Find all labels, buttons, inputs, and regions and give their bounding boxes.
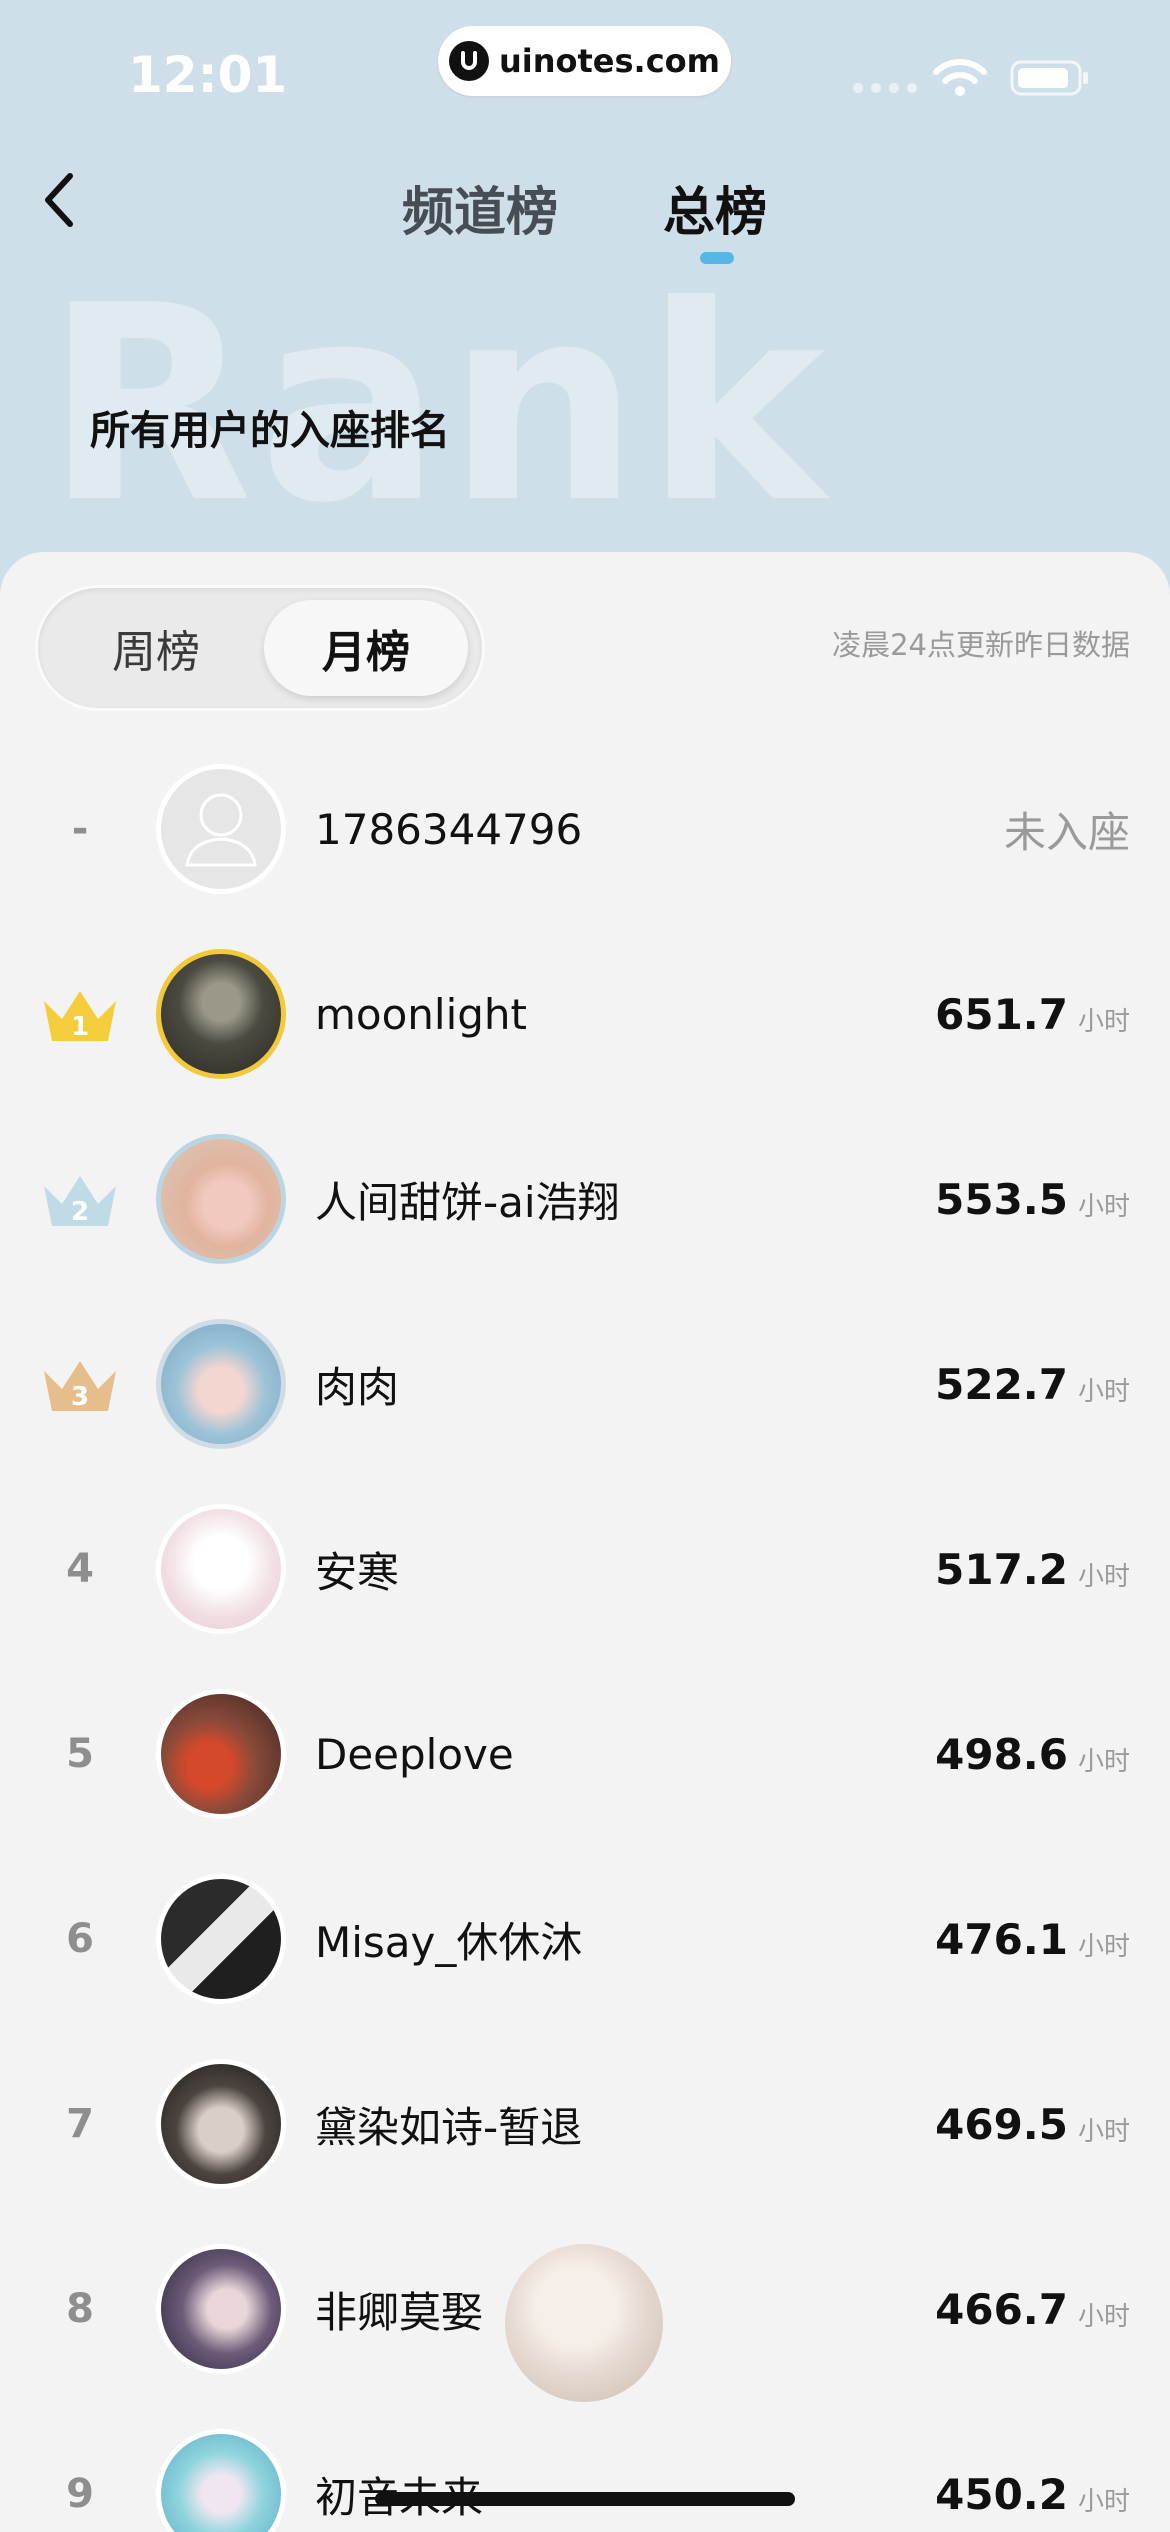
svg-text:3: 3: [71, 1382, 89, 1412]
user-avatar: [156, 949, 286, 1079]
self-rank-row[interactable]: - 1786344796 未入座: [0, 754, 1170, 904]
user-name: 安寒: [315, 1547, 400, 1597]
rank-number: 5: [66, 1731, 94, 1777]
user-avatar: [156, 1319, 286, 1449]
user-name: 1786344796: [315, 804, 583, 854]
score-value: 469.5: [935, 2099, 1068, 2149]
status-time: 12:01: [128, 46, 288, 104]
score-value: 476.1: [935, 1914, 1068, 1964]
rank-row[interactable]: 5 Deeplove 498.6 小时: [0, 1679, 1170, 1829]
rank-number: 9: [66, 2471, 94, 2517]
rank-row[interactable]: 3 肉肉 522.7 小时: [0, 1309, 1170, 1459]
svg-text:2: 2: [71, 1197, 89, 1227]
score-unit: 小时: [1077, 1006, 1130, 1037]
rank-number: -: [71, 806, 89, 852]
signal-icon: [853, 83, 917, 93]
score-unit: 小时: [1077, 1746, 1130, 1777]
score-value: 498.6: [935, 1729, 1068, 1779]
score-unit: 小时: [1077, 1191, 1130, 1222]
site-logo-icon: [448, 41, 489, 81]
wifi-icon: [933, 59, 987, 96]
default-avatar: [156, 764, 286, 894]
period-switch: 周榜 月榜: [38, 588, 482, 708]
rank-row[interactable]: 6 Misay_休休沐 476.1 小时: [0, 1864, 1170, 2014]
user-avatar: [156, 1874, 286, 2004]
page-subtitle: 所有用户的入座排名: [90, 408, 450, 454]
not-seated-status: 未入座: [1003, 807, 1130, 857]
rank-row[interactable]: 2 人间甜饼-ai浩翔 553.5 小时: [0, 1124, 1170, 1274]
user-name: 非卿莫娶: [315, 2287, 484, 2337]
rank-row[interactable]: 9 初音未来 450.2 小时: [0, 2419, 1170, 2532]
silver-crown-icon: 2: [44, 1176, 116, 1227]
score-unit: 小时: [1077, 1376, 1130, 1407]
update-note: 凌晨24点更新昨日数据: [832, 628, 1130, 662]
svg-text:1: 1: [71, 1012, 89, 1042]
monthly-tab[interactable]: 月榜: [264, 600, 468, 696]
user-avatar: [156, 1689, 286, 1819]
score-unit: 小时: [1077, 2116, 1130, 2147]
score-unit: 小时: [1077, 1931, 1130, 1962]
user-name: 人间甜饼-ai浩翔: [315, 1177, 620, 1227]
rank-number: 6: [66, 1916, 94, 1962]
user-avatar: [156, 1134, 286, 1264]
score-value: 517.2: [935, 1544, 1068, 1594]
tab-channel-rank[interactable]: 频道榜: [402, 170, 558, 245]
rank-page: Rank 12:01 uinotes.com 频道榜 总榜 所有用户的入座排名 …: [0, 0, 1170, 2532]
rank-row[interactable]: 1 moonlight 651.7 小时: [0, 939, 1170, 1089]
user-avatar: [156, 1504, 286, 1634]
tab-total-rank[interactable]: 总榜: [663, 170, 767, 245]
user-name: 肉肉: [315, 1362, 400, 1412]
score-value: 466.7: [935, 2284, 1068, 2334]
rank-row[interactable]: 7 黛染如诗-暂退 469.5 小时: [0, 2049, 1170, 2199]
user-avatar: [156, 2429, 286, 2532]
rank-number: 4: [66, 1546, 94, 1592]
score-unit: 小时: [1077, 2486, 1130, 2517]
rank-number: 7: [66, 2101, 94, 2147]
back-button[interactable]: [30, 160, 90, 240]
gold-crown-icon: 1: [44, 991, 116, 1042]
url-pill[interactable]: uinotes.com: [438, 26, 731, 96]
score-value: 450.2: [935, 2469, 1068, 2519]
home-indicator: [375, 2492, 795, 2506]
score-value: 651.7: [935, 989, 1068, 1039]
user-name: Deeplove: [315, 1729, 514, 1779]
chevron-left-icon: [45, 173, 73, 227]
url-text: uinotes.com: [498, 42, 720, 80]
bronze-crown-icon: 3: [44, 1361, 116, 1412]
user-avatar: [156, 2244, 286, 2374]
rank-number: 8: [66, 2286, 94, 2332]
score-unit: 小时: [1077, 1561, 1130, 1592]
user-name: Misay_休休沐: [315, 1917, 583, 1967]
score-unit: 小时: [1077, 2301, 1130, 2332]
user-name: 黛染如诗-暂退: [315, 2102, 583, 2152]
user-avatar: [156, 2059, 286, 2189]
user-name: moonlight: [315, 989, 528, 1039]
rank-row[interactable]: 4 安寒 517.2 小时: [0, 1494, 1170, 1644]
battery-icon: [1010, 60, 1088, 96]
active-tab-indicator: [700, 252, 734, 264]
score-value: 522.7: [935, 1359, 1068, 1409]
weekly-tab[interactable]: 周榜: [66, 588, 246, 708]
floating-avatar[interactable]: [505, 2244, 663, 2402]
score-value: 553.5: [935, 1174, 1068, 1224]
ranking-card: 周榜 月榜 凌晨24点更新昨日数据 - 1786344796 未入座 1 moo…: [0, 552, 1170, 2532]
user-placeholder-icon: [185, 793, 257, 867]
user-name: 初音未来: [315, 2419, 483, 2532]
